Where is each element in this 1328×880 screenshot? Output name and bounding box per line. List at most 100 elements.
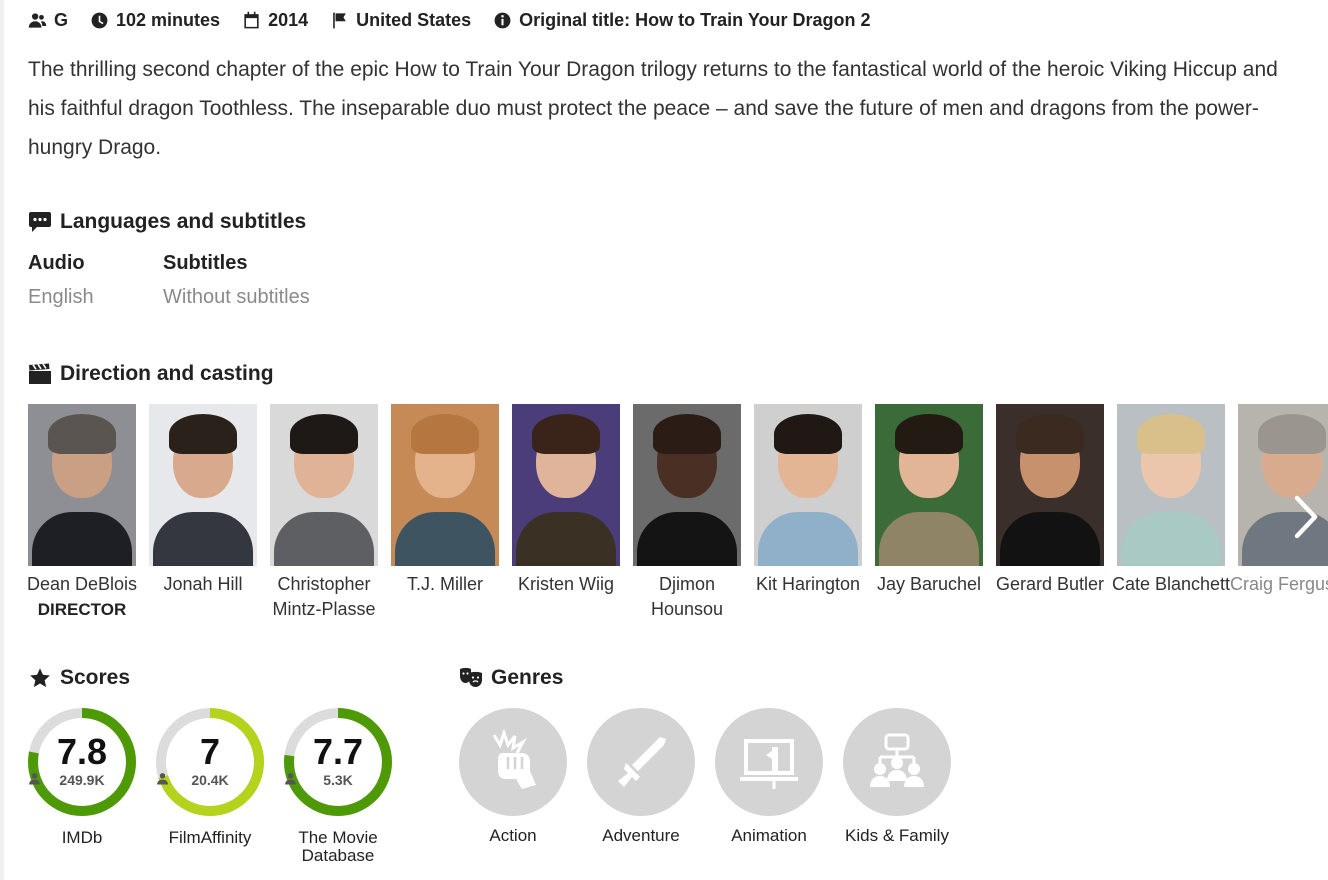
cast-card[interactable]: Christopher Mintz-Plasse: [270, 404, 378, 622]
rating-text: G: [54, 9, 69, 30]
genre-animation[interactable]: Animation: [715, 708, 823, 846]
cast-photo: [1117, 404, 1225, 566]
cast-name: Gerard Butler: [995, 574, 1105, 594]
cast-name: Djimon Hounsou: [650, 574, 724, 619]
duration-text: 102 minutes: [116, 9, 221, 30]
cast-role: DIRECTOR: [37, 600, 127, 619]
cast-card[interactable]: Kristen Wiig: [512, 404, 620, 597]
cast-name: Jay Baruchel: [876, 574, 982, 594]
score-value: 7.8: [56, 731, 108, 772]
original-title-text: Original title: How to Train Your Dragon…: [519, 9, 871, 30]
cast-card[interactable]: Cate Blanchett: [1112, 404, 1230, 597]
cast-card[interactable]: Jonah Hill: [149, 404, 257, 597]
subtitles-label: Subtitles: [163, 252, 248, 274]
scores-section-title: Scores: [28, 666, 130, 690]
score-tmdb[interactable]: 7.7 5.3K The Movie Database: [284, 708, 392, 865]
audio-value: English: [28, 286, 94, 308]
movie-details-page: G 102 minutes 2014 United States Origina…: [0, 0, 1328, 880]
cast-photo: [391, 404, 499, 566]
cast-title-text: Direction and casting: [60, 362, 274, 385]
info-icon: [494, 12, 511, 28]
movie-meta-row: G 102 minutes 2014 United States Origina…: [28, 8, 893, 32]
cast-name: Craig Ferguson: [1229, 574, 1328, 594]
audio-column: Audio English: [28, 252, 94, 309]
genre-kids-family[interactable]: Kids & Family: [843, 708, 951, 846]
cast-photo: [875, 404, 983, 566]
score-ring: 7.8 249.9K: [28, 708, 136, 816]
cast-photo: [633, 404, 741, 566]
genres-section-title: Genres: [459, 666, 563, 690]
score-filmaffinity[interactable]: 7 20.4K FilmAffinity: [156, 708, 264, 847]
cast-name: Christopher Mintz-Plasse: [272, 574, 376, 619]
synopsis: The thrilling second chapter of the epic…: [28, 58, 1278, 159]
score-source: IMDb: [61, 828, 103, 847]
score-votes: 5.3K: [284, 772, 392, 788]
cast-card[interactable]: Dean DeBlois DIRECTOR: [28, 404, 137, 622]
flag-icon: [333, 12, 346, 28]
score-source: The Movie Database: [298, 828, 378, 865]
cast-card[interactable]: Gerard Butler: [996, 404, 1104, 597]
user-icon: [285, 773, 296, 785]
cast-photo: [28, 404, 136, 566]
score-source: FilmAffinity: [168, 828, 252, 847]
score-ring: 7.7 5.3K: [284, 708, 392, 816]
genre-name: Animation: [731, 826, 807, 845]
score-ring: 7 20.4K: [156, 708, 264, 816]
cast-card[interactable]: Jay Baruchel: [875, 404, 983, 597]
genre-action[interactable]: Action: [459, 708, 567, 846]
score-value: 7.7: [312, 731, 364, 772]
duration-meta: 102 minutes: [90, 10, 220, 31]
audience-icon: [28, 12, 47, 28]
languages-section-title: Languages and subtitles: [28, 210, 306, 234]
year-meta: 2014: [242, 10, 308, 31]
score-votes: 249.9K: [28, 772, 136, 788]
clapperboard-icon: [29, 363, 51, 384]
sword-icon: [618, 737, 666, 787]
user-icon: [29, 773, 40, 785]
rating-meta: G: [28, 10, 68, 31]
cast-photo: [149, 404, 257, 566]
fist-icon: [492, 729, 536, 789]
audio-label: Audio: [28, 252, 85, 274]
cast-photo: [512, 404, 620, 566]
country-meta: United States: [330, 10, 471, 31]
theater-masks-icon: [460, 667, 482, 687]
genre-adventure[interactable]: Adventure: [587, 708, 695, 846]
cast-card[interactable]: Kit Harington: [754, 404, 862, 597]
languages-title-text: Languages and subtitles: [60, 210, 307, 233]
subtitles-value: Without subtitles: [163, 286, 310, 308]
cast-name: Jonah Hill: [163, 574, 243, 594]
score-votes: 20.4K: [156, 772, 264, 788]
animation-board-icon: [740, 739, 798, 789]
cast-photo: [996, 404, 1104, 566]
genres-title-text: Genres: [491, 666, 564, 689]
score-imdb[interactable]: 7.8 249.9K IMDb: [28, 708, 136, 847]
cast-name: Dean DeBlois: [28, 574, 138, 594]
star-icon: [30, 668, 50, 688]
cast-name: Kristen Wiig: [517, 574, 615, 594]
year-text: 2014: [268, 9, 309, 30]
cast-card[interactable]: T.J. Miller: [391, 404, 499, 597]
cast-carousel: Dean DeBlois DIRECTOR Jonah Hill Christo…: [28, 404, 1328, 634]
speech-bubble-icon: [29, 212, 51, 232]
cast-section-title: Direction and casting: [28, 362, 274, 386]
subtitles-column: Subtitles Without subtitles: [163, 252, 310, 309]
genre-name: Action: [489, 826, 537, 845]
cast-photo: [270, 404, 378, 566]
cast-photo: [754, 404, 862, 566]
score-value: 7: [199, 731, 221, 772]
cast-name: Kit Harington: [755, 574, 861, 594]
genre-name: Kids & Family: [845, 826, 949, 845]
family-icon: [870, 733, 924, 787]
country-text: United States: [356, 9, 472, 30]
cast-name: T.J. Miller: [407, 574, 483, 594]
carousel-next-button[interactable]: [1286, 494, 1326, 540]
scores-title-text: Scores: [60, 666, 131, 689]
cast-photo: [1238, 404, 1328, 566]
cast-name: Cate Blanchett: [1111, 574, 1231, 594]
original-title-meta: Original title: How to Train Your Dragon…: [493, 9, 871, 31]
genre-name: Adventure: [602, 826, 680, 845]
clock-icon: [91, 12, 108, 28]
calendar-icon: [244, 11, 259, 28]
cast-card[interactable]: Djimon Hounsou: [633, 404, 741, 622]
